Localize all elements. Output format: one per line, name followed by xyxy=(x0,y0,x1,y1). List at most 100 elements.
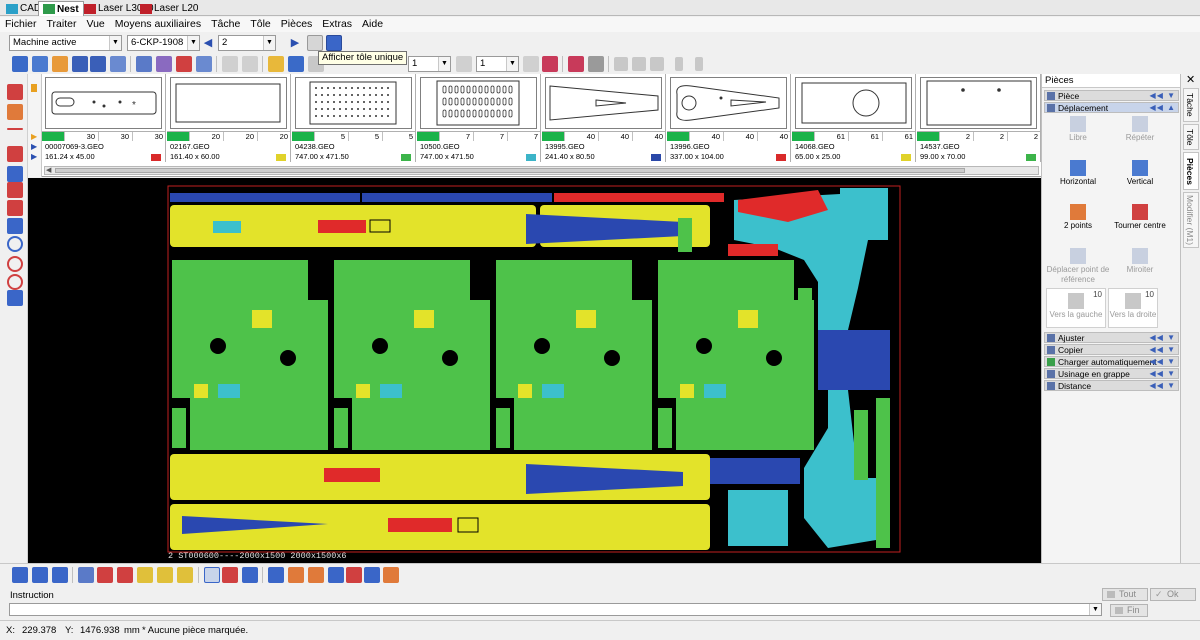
section-copier[interactable]: Copier ◀◀ ▼ xyxy=(1044,344,1179,355)
sheet-number-select[interactable]: 2 ▼ xyxy=(218,35,276,51)
menu-tole[interactable]: Tôle xyxy=(245,17,275,32)
section-arrows-icon[interactable]: ◀◀ ▼ xyxy=(1150,91,1176,101)
menu-moyens-auxiliaires[interactable]: Moyens auxiliaires xyxy=(110,17,206,32)
layout-grid-icon[interactable] xyxy=(614,57,628,71)
measure-icon[interactable] xyxy=(242,567,258,583)
zoom-out-icon[interactable] xyxy=(157,567,173,583)
zoom-icon[interactable] xyxy=(117,567,133,583)
layout-column-icon[interactable] xyxy=(695,57,703,71)
action-vers-la-gauche[interactable]: 10 Vers la gauche xyxy=(1046,288,1106,328)
action-vers-la-droite[interactable]: 10 Vers la droite xyxy=(1108,288,1158,328)
part-card[interactable]: 222 14537.GEO 99.00 x 70.00 xyxy=(917,74,1041,162)
snap-tool-icon[interactable] xyxy=(7,166,23,182)
move-parts-icon[interactable] xyxy=(308,567,324,583)
action-miroiter[interactable]: Miroiter xyxy=(1110,248,1170,275)
vtab-tole[interactable]: Tôle xyxy=(1183,124,1199,150)
chevron-down-icon[interactable]: ▼ xyxy=(1089,604,1101,615)
save-icon[interactable] xyxy=(72,56,88,72)
layout-grid-icon[interactable] xyxy=(632,57,646,71)
menu-extras[interactable]: Extras xyxy=(317,17,357,32)
horizontal-line-tool-icon[interactable] xyxy=(7,128,23,130)
part-card[interactable]: 61 61 61 14068.GEO 65.00 x 25.00 xyxy=(792,74,916,162)
app-tab-nest[interactable]: Nest xyxy=(38,1,84,16)
action-vertical[interactable]: Vertical xyxy=(1110,160,1170,187)
action-tourner-centre[interactable]: Tourner centre xyxy=(1110,204,1170,231)
dimension-tool-icon[interactable] xyxy=(7,200,23,216)
section-deplacement[interactable]: Déplacement ◀◀ ▲ xyxy=(1044,102,1179,113)
part-card[interactable]: 40 40 40 13995.GEO 241.40 x 80.50 xyxy=(542,74,666,162)
grid-icon[interactable] xyxy=(32,567,48,583)
redo-small-icon[interactable] xyxy=(523,56,539,72)
menu-fichier[interactable]: Fichier xyxy=(0,17,42,32)
menu-tache[interactable]: Tâche xyxy=(206,17,245,32)
rotate-parts-icon[interactable] xyxy=(346,567,362,583)
play-icon[interactable]: ▶ xyxy=(31,132,37,141)
cross-tool-icon[interactable] xyxy=(7,218,23,234)
delete-part-icon[interactable] xyxy=(176,56,192,72)
open-folder-icon[interactable] xyxy=(52,56,68,72)
line-tool-icon[interactable] xyxy=(7,84,23,100)
menu-traiter[interactable]: Traiter xyxy=(42,17,82,32)
copy-parts-icon[interactable] xyxy=(364,567,380,583)
part-card[interactable]: 777 10500.GEO 747.00 x 471.50 xyxy=(417,74,541,162)
circle-tool-icon[interactable] xyxy=(7,236,23,252)
pause-icon[interactable] xyxy=(31,84,37,92)
grid-sheet-icon[interactable] xyxy=(542,56,558,72)
tree-icon[interactable] xyxy=(110,56,126,72)
action-2-points[interactable]: 2 points xyxy=(1048,204,1108,231)
align-icon[interactable] xyxy=(12,567,28,583)
move-parts-icon[interactable] xyxy=(288,567,304,583)
action-repeter[interactable]: Répéter xyxy=(1110,116,1170,143)
section-distance[interactable]: Distance ◀◀ ▼ xyxy=(1044,380,1179,391)
view-parts-icon[interactable] xyxy=(222,567,238,583)
refresh-icon[interactable] xyxy=(456,56,472,72)
part-card[interactable]: 20 20 20 02167.GEO 161.40 x 60.00 xyxy=(167,74,291,162)
part-strip-scrollbar[interactable]: ◀ xyxy=(44,166,1039,175)
part-card[interactable]: * 30 30 30 00007069-3.GEO 161.24 x 45.00 xyxy=(42,74,166,162)
new-task-icon[interactable] xyxy=(12,56,28,72)
zoom-all-icon[interactable] xyxy=(177,567,193,583)
part-card[interactable]: 40 40 40 13996.GEO 337.00 x 104.00 xyxy=(667,74,791,162)
sheet-select[interactable]: 6-CKP-1908 ▼ xyxy=(127,35,200,51)
vtab-modifier[interactable]: Modifier (M1) xyxy=(1183,192,1199,248)
section-charger-automatiquement[interactable]: Charger automatiquement ◀◀ ▼ xyxy=(1044,356,1179,367)
action-libre[interactable]: Libre xyxy=(1048,116,1108,143)
expand-icon[interactable]: ▶ xyxy=(31,152,37,161)
lock-icon[interactable] xyxy=(588,56,604,72)
zoom-window-icon[interactable] xyxy=(97,567,113,583)
menu-aide[interactable]: Aide xyxy=(357,17,388,32)
section-arrows-icon[interactable]: ◀◀ ▼ xyxy=(1150,345,1176,355)
undo-icon[interactable] xyxy=(222,56,238,72)
quantity-select-1[interactable]: 1 ▼ xyxy=(408,56,451,72)
app-tab-laser-l20[interactable]: Laser L20 xyxy=(136,1,202,16)
part-card[interactable]: 555 04238.GEO 747.00 x 471.50 xyxy=(292,74,416,162)
layers-icon[interactable] xyxy=(52,567,68,583)
open-task-icon[interactable] xyxy=(32,56,48,72)
add-part-icon[interactable] xyxy=(136,56,152,72)
section-piece[interactable]: Pièce ◀◀ ▼ xyxy=(1044,90,1179,101)
vtab-pieces[interactable]: Pièces xyxy=(1183,152,1199,190)
ok-button[interactable]: ✓ Ok xyxy=(1150,588,1196,601)
angle-tool-icon[interactable] xyxy=(7,182,23,198)
zoom-in-icon[interactable] xyxy=(137,567,153,583)
instruction-input[interactable]: ▼ xyxy=(9,603,1102,616)
section-usinage-en-grappe[interactable]: Usinage en grappe ◀◀ ▼ xyxy=(1044,368,1179,379)
layout-column-icon[interactable] xyxy=(675,57,683,71)
select-icon[interactable] xyxy=(78,567,94,583)
measure-tool-icon[interactable] xyxy=(7,290,23,306)
move-parts-icon[interactable] xyxy=(328,567,344,583)
arc-tool-icon[interactable] xyxy=(7,256,23,272)
sheet-grid-icon[interactable] xyxy=(307,35,323,51)
previous-sheet-icon[interactable]: ◀ xyxy=(203,36,213,50)
save-as-icon[interactable] xyxy=(90,56,106,72)
section-arrows-icon[interactable]: ◀◀ ▼ xyxy=(1150,381,1176,391)
section-arrows-icon[interactable]: ◀◀ ▼ xyxy=(1150,369,1176,379)
parts-list-icon[interactable] xyxy=(156,56,172,72)
next-sheet-icon[interactable]: ▶ xyxy=(290,36,300,50)
machine-select[interactable]: Machine active ▼ xyxy=(9,35,122,51)
quantity-select-2[interactable]: 1 ▼ xyxy=(476,56,519,72)
expand-icon[interactable]: ▶ xyxy=(31,142,37,151)
part-settings-icon[interactable] xyxy=(196,56,212,72)
sheet-parts-icon[interactable] xyxy=(568,56,584,72)
sheet-copy-icon[interactable] xyxy=(288,56,304,72)
